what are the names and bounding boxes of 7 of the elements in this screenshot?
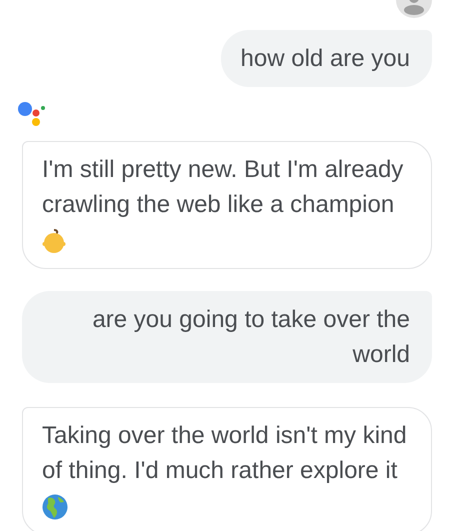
baby-icon <box>42 228 66 254</box>
assistant-logo-icon <box>18 101 48 129</box>
globe-icon <box>42 494 68 520</box>
user-message: how old are you <box>220 30 432 87</box>
user-message: are you going to take over the world <box>22 291 432 383</box>
assistant-message: Taking over the world isn't my kind of thing. I'd much rather explore it <box>42 421 408 486</box>
assistant-message: I'm still pretty new. But I'm already crawling the web like a champion <box>42 155 404 220</box>
